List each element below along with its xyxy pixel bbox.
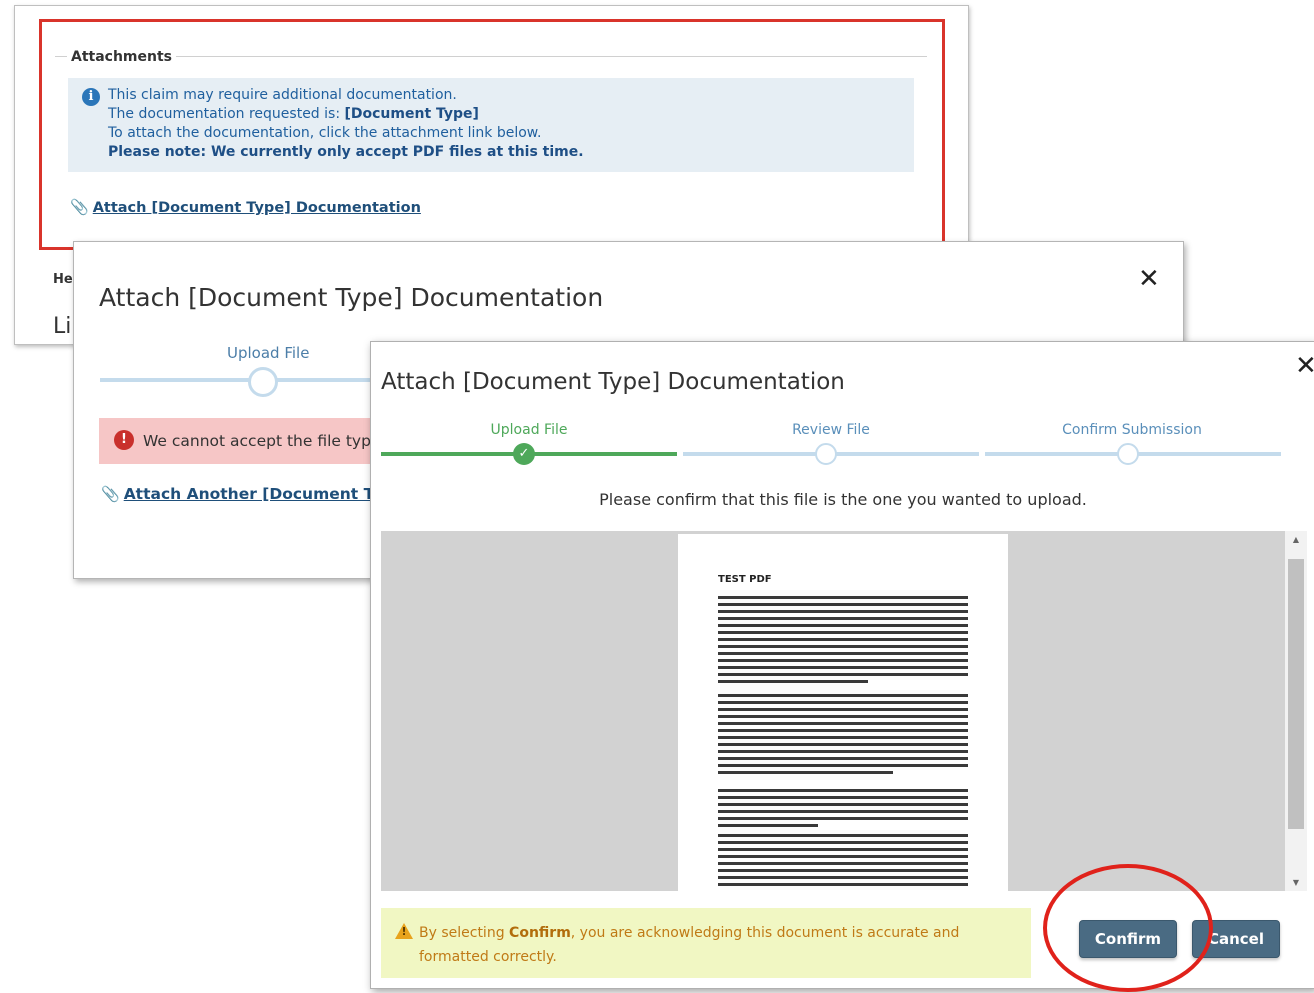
info-line-2: The documentation requested is: [Documen… — [108, 106, 479, 122]
pdf-title: TEST PDF — [718, 574, 772, 585]
pdf-page: TEST PDF — [678, 534, 1008, 891]
info-line-2-prefix: The documentation requested is: — [108, 106, 341, 122]
scrollbar-thumb[interactable] — [1288, 559, 1304, 829]
attach-another-label: Attach Another [Document Ty — [123, 485, 383, 503]
step-label-upload-file: Upload File — [227, 344, 310, 362]
pdf-paragraph — [718, 789, 968, 831]
step-node-upload-file — [248, 367, 278, 397]
warning-text: By selecting Confirm, you are acknowledg… — [419, 925, 960, 965]
info-line-3: To attach the documentation, click the a… — [108, 125, 542, 141]
attach-documentation-link[interactable]: 📎 Attach [Document Type] Documentation — [70, 198, 421, 216]
step-track — [100, 378, 380, 382]
pdf-preview-pane: TEST PDF — [381, 531, 1285, 891]
modal-title: Attach [Document Type] Documentation — [381, 369, 845, 395]
step-label-confirm-submission: Confirm Submission — [1062, 422, 1202, 438]
step-label-upload-file: Upload File — [490, 422, 568, 438]
documentation-info-box: i This claim may require additional docu… — [68, 78, 914, 172]
partial-label-he: He — [53, 272, 73, 287]
exclamation-circle-icon: ! — [114, 430, 134, 450]
modal-title: Attach [Document Type] Documentation — [99, 283, 604, 312]
annotation-circle — [1043, 864, 1213, 992]
acknowledgement-warning: ! By selecting Confirm, you are acknowle… — [381, 908, 1031, 978]
scroll-up-arrow-icon[interactable]: ▲ — [1285, 535, 1307, 544]
attachments-legend: Attachments — [67, 49, 177, 65]
info-line-1: This claim may require additional docume… — [108, 87, 457, 103]
pdf-only-note: Please note: We currently only accept PD… — [108, 144, 584, 160]
step-label-review-file: Review File — [792, 422, 870, 438]
error-message: We cannot accept the file type — [143, 432, 381, 450]
info-line-4: Please note: We currently only accept PD… — [108, 144, 584, 160]
step-node-confirm-submission — [1117, 443, 1139, 465]
close-icon[interactable]: ✕ — [1295, 351, 1314, 381]
close-icon[interactable]: ✕ — [1138, 264, 1160, 294]
attach-another-link[interactable]: 📎 Attach Another [Document Ty — [101, 485, 382, 503]
checkmark-icon: ✓ — [513, 443, 535, 465]
paperclip-icon: 📎 — [101, 485, 120, 503]
info-circle-icon: i — [82, 88, 100, 106]
requested-document-type: [Document Type] — [344, 106, 479, 122]
pdf-paragraph — [718, 834, 968, 890]
pdf-paragraph — [718, 694, 968, 778]
attach-documentation-label: Attach [Document Type] Documentation — [92, 200, 421, 216]
pdf-paragraph — [718, 596, 968, 687]
error-alert: ! We cannot accept the file type — [99, 418, 384, 464]
step-node-review-file — [815, 443, 837, 465]
warning-keyword: Confirm — [509, 925, 571, 941]
confirm-prompt: Please confirm that this file is the one… — [599, 490, 1087, 509]
preview-scrollbar[interactable]: ▲ ▼ — [1285, 531, 1307, 891]
scroll-down-arrow-icon[interactable]: ▼ — [1285, 878, 1307, 887]
paperclip-icon: 📎 — [70, 198, 89, 216]
partial-label-li: Li — [53, 314, 72, 339]
